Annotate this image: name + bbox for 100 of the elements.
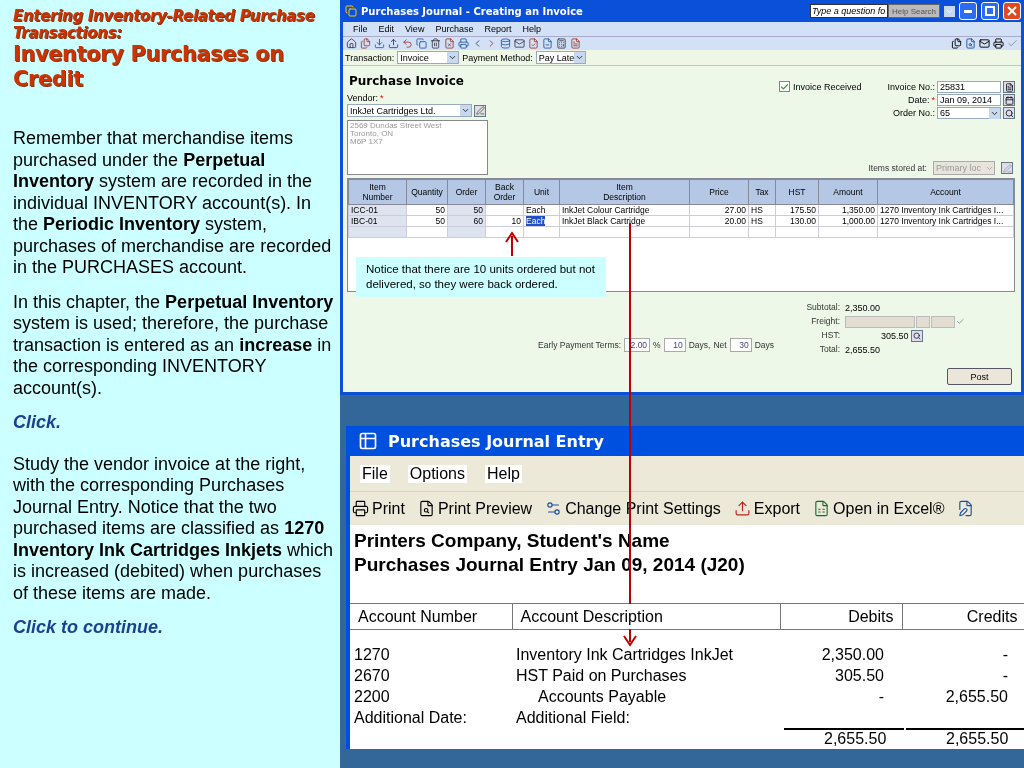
- column-header[interactable]: Item Number: [348, 179, 407, 205]
- table-cell-text: Additional Date:: [353, 707, 468, 728]
- field-label: Order No.:: [892, 108, 935, 118]
- column-header[interactable]: HST: [775, 179, 819, 205]
- table-cell-text: 1270: [353, 644, 391, 665]
- file-minus-icon[interactable]: [542, 38, 553, 49]
- maximize-button[interactable]: [981, 2, 999, 20]
- settings-icon: [545, 500, 563, 517]
- menu-item[interactable]: Options: [407, 464, 467, 483]
- table-cell: 1,350.00: [818, 204, 878, 216]
- lookup-icon[interactable]: [1003, 81, 1015, 93]
- help-search-field[interactable]: Type a question fo: [809, 4, 888, 18]
- preview-icon[interactable]: [965, 38, 976, 49]
- close-button[interactable]: [1003, 2, 1021, 20]
- invoice-received-checkbox[interactable]: [778, 81, 790, 92]
- net-days-field[interactable]: 30: [729, 338, 752, 352]
- download-icon[interactable]: [374, 38, 385, 49]
- table-cell: HS: [748, 215, 776, 227]
- table-cell: 50: [406, 215, 448, 227]
- check-icon[interactable]: [1007, 38, 1018, 49]
- menu-item[interactable]: Purchase: [435, 24, 474, 34]
- menu-item[interactable]: Report: [484, 24, 512, 34]
- field-input[interactable]: 25831: [937, 81, 1001, 93]
- trash-icon[interactable]: [430, 38, 441, 49]
- dropdown-icon: [575, 53, 584, 62]
- copy-icon[interactable]: [416, 38, 427, 49]
- check-icon[interactable]: [956, 317, 965, 326]
- total-value: 2,350.00: [845, 302, 881, 313]
- column-header: Debits: [780, 603, 902, 630]
- total-label: Subtotal:: [805, 301, 840, 314]
- search-icon[interactable]: [1003, 107, 1015, 119]
- menu-item[interactable]: File: [353, 24, 368, 34]
- file-x-icon[interactable]: [444, 38, 455, 49]
- toolbar-button[interactable]: Print Preview: [417, 499, 533, 518]
- edit-button[interactable]: [474, 104, 486, 117]
- freight-tax-field[interactable]: [915, 315, 931, 328]
- dropdown-icon: [448, 53, 458, 62]
- search-icon[interactable]: [910, 329, 923, 342]
- column-header[interactable]: Item Description: [559, 179, 690, 205]
- help-search-button[interactable]: Help Search: [887, 4, 940, 18]
- column-header[interactable]: Tax: [748, 179, 776, 205]
- table-cell: Each: [523, 204, 560, 216]
- home-icon[interactable]: [346, 38, 357, 49]
- edit-button[interactable]: [1001, 162, 1013, 174]
- table-cell: 175.50: [775, 204, 819, 216]
- transaction-select[interactable]: Invoice: [397, 51, 460, 64]
- table-cell: 50: [406, 204, 448, 216]
- minimize-button[interactable]: [959, 2, 977, 20]
- discount-days-field[interactable]: 10: [663, 338, 686, 352]
- column-header[interactable]: Price: [689, 179, 749, 205]
- windows-icon[interactable]: [951, 38, 962, 49]
- arrow: [505, 231, 519, 257]
- field-label: Invoice No.:: [887, 82, 935, 92]
- post-button[interactable]: Post: [947, 368, 1012, 385]
- total-label: Freight:: [810, 315, 840, 328]
- document-icon[interactable]: [570, 38, 581, 49]
- edit-icon: [957, 500, 975, 517]
- database-icon[interactable]: [500, 38, 511, 49]
- column-header[interactable]: Unit: [523, 179, 560, 205]
- debit-total: 2,655.50: [784, 727, 905, 748]
- window-title: Purchases Journal - Creating an Invoice: [361, 5, 584, 17]
- calculator-icon[interactable]: [556, 38, 567, 49]
- menu-item[interactable]: Help: [484, 464, 522, 483]
- app-icon: [345, 5, 357, 17]
- column-header[interactable]: Quantity: [406, 179, 448, 205]
- menu-item[interactable]: Edit: [378, 24, 395, 34]
- table-cell: 20.00: [689, 215, 749, 227]
- export-icon: [733, 500, 751, 517]
- column-header[interactable]: Account: [877, 179, 1014, 205]
- field-input[interactable]: Jan 09, 2014: [937, 94, 1001, 106]
- freight-tax-field[interactable]: [931, 315, 956, 328]
- form-title: Purchase Invoice: [349, 74, 465, 88]
- freight-field[interactable]: [845, 315, 915, 328]
- print-icon[interactable]: [993, 38, 1004, 49]
- calendar-icon[interactable]: [1003, 94, 1015, 106]
- payment-method-label: Payment Method:: [462, 52, 533, 63]
- invoice-received-label: Invoice Received: [792, 81, 862, 92]
- callout-note: Notice that there are 10 units ordered but not delivered, so they were back ordered.: [356, 257, 606, 297]
- menu-item[interactable]: File: [360, 464, 390, 483]
- table-cell: -: [1002, 645, 1008, 663]
- click-prompt: Click.: [13, 412, 63, 434]
- column-header[interactable]: Order: [447, 179, 486, 205]
- table-cell: 1270 Inventory Ink Cartridges I...: [877, 215, 1014, 227]
- toolbar-button[interactable]: Print: [352, 499, 405, 518]
- menu-item[interactable]: View: [405, 24, 425, 34]
- column-header[interactable]: Back Order: [485, 179, 524, 205]
- column-header[interactable]: Amount: [818, 179, 878, 205]
- discount-percent-field[interactable]: 2.00: [624, 338, 651, 352]
- menu-item[interactable]: Help: [522, 24, 541, 34]
- toolbar-button[interactable]: Export: [733, 499, 801, 518]
- mail-icon[interactable]: [979, 38, 990, 49]
- upload-icon[interactable]: [388, 38, 399, 49]
- toolbar-button[interactable]: Open in Excel®: [813, 499, 945, 518]
- field-input[interactable]: 65: [937, 107, 1001, 119]
- table-cell: InkJet Colour Cartridge: [559, 204, 690, 216]
- vendor-select[interactable]: InkJet Cartridges Ltd.: [347, 104, 472, 117]
- undo-icon[interactable]: [402, 38, 413, 49]
- table-cell-text: 2200: [353, 686, 391, 707]
- file-check-icon[interactable]: [528, 38, 539, 49]
- payment-method-select[interactable]: Pay Late: [535, 51, 586, 64]
